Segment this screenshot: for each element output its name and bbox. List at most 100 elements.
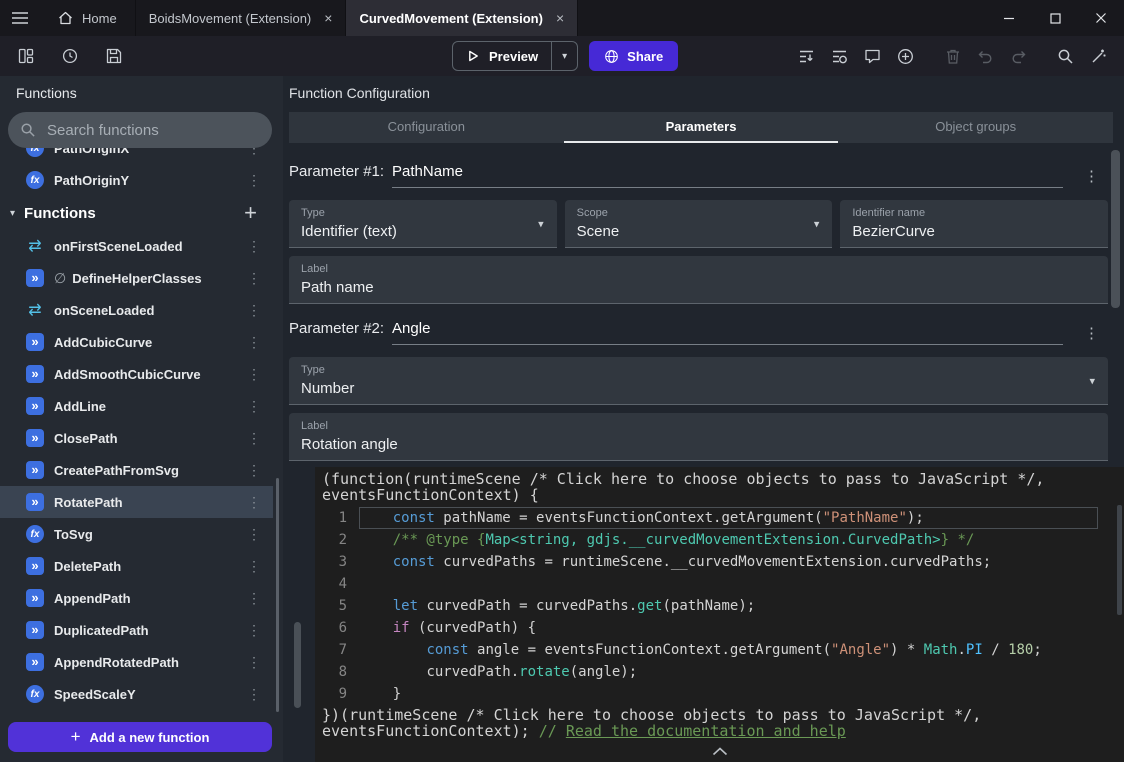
code-scrollbar[interactable] [1117,505,1122,615]
parameter-2-type-select[interactable]: Type Number ▾ [289,357,1108,405]
close-tab-icon[interactable]: × [556,11,564,25]
item-menu-icon[interactable]: ⋮ [243,558,265,575]
save-icon[interactable] [100,43,127,70]
item-menu-icon[interactable]: ⋮ [243,334,265,351]
close-window-button[interactable] [1078,0,1124,36]
layout-icon[interactable] [12,43,39,70]
tab-configuration[interactable]: Configuration [289,112,564,143]
code-wrapper-line[interactable]: eventsFunctionContext); // Read the docu… [322,723,1124,739]
function-item-addsmoothcubiccurve[interactable]: »AddSmoothCubicCurve⋮ [0,358,273,390]
parameter-2-menu-icon[interactable]: ⋮ [1081,324,1102,342]
magic-wand-icon[interactable] [1085,43,1112,70]
code-line[interactable]: 5 let curvedPath = curvedPaths.get(pathN… [315,595,1124,617]
code-line-content[interactable]: const curvedPaths = runtimeScene.__curve… [359,551,1124,573]
add-function-button[interactable]: + Add a new function [8,722,272,752]
chevron-up-icon[interactable] [712,747,728,756]
function-item-pathoriginy[interactable]: fxPathOriginY⋮ [0,164,273,196]
plus-circle-icon[interactable] [892,43,919,70]
item-menu-icon[interactable]: ⋮ [243,622,265,639]
chat-bubble-icon[interactable] [859,43,886,70]
item-menu-icon[interactable]: ⋮ [243,430,265,447]
code-line[interactable]: 8 curvedPath.rotate(angle); [315,661,1124,683]
menu-icon[interactable] [0,0,40,36]
add-function-plus-icon[interactable]: + [238,202,263,224]
code-line[interactable]: 2 /** @type {Map<string, gdjs.__curvedMo… [315,529,1124,551]
parameter-2-name-input[interactable]: Angle [392,320,1063,345]
function-item-rotatepath[interactable]: »RotatePath⋮ [0,486,273,518]
tab-curvedmovement[interactable]: CurvedMovement (Extension) × [346,0,578,36]
function-item-speedscaley[interactable]: fxSpeedScaleY⋮ [0,678,273,710]
minimize-button[interactable] [986,0,1032,36]
code-line[interactable]: 1 const pathName = eventsFunctionContext… [315,507,1124,529]
item-menu-icon[interactable]: ⋮ [243,654,265,671]
undo-icon[interactable] [972,43,999,70]
code-wrapper-line[interactable]: (function(runtimeScene /* Click here to … [322,471,1124,487]
trash-icon[interactable] [939,43,966,70]
parameters-scrollbar[interactable] [1111,150,1120,308]
function-item-appendrotatedpath[interactable]: »AppendRotatedPath⋮ [0,646,273,678]
parameter-1-label-input[interactable]: Label Path name [289,256,1108,304]
tab-parameters[interactable]: Parameters [564,112,839,143]
list-download-icon[interactable] [793,43,820,70]
maximize-button[interactable] [1032,0,1078,36]
tab-home[interactable]: Home [40,0,136,36]
function-item-addline[interactable]: »AddLine⋮ [0,390,273,422]
code-wrapper-line[interactable]: })(runtimeScene /* Click here to choose … [322,707,1124,723]
tab-boidsmovement[interactable]: BoidsMovement (Extension) × [136,0,347,36]
item-menu-icon[interactable]: ⋮ [243,366,265,383]
function-section-header[interactable]: ▾Functions+ [0,196,273,230]
code-line-content[interactable] [359,573,1124,595]
redo-icon[interactable] [1005,43,1032,70]
code-line[interactable]: 6 if (curvedPath) { [315,617,1124,639]
code-line-content[interactable]: } [359,683,1124,705]
code-prologue[interactable]: (function(runtimeScene /* Click here to … [315,471,1124,503]
search-functions-box[interactable] [8,112,272,148]
code-line-content[interactable]: let curvedPath = curvedPaths.get(pathNam… [359,595,1124,617]
code-line[interactable]: 4 [315,573,1124,595]
item-menu-icon[interactable]: ⋮ [243,302,265,319]
code-line[interactable]: 3 const curvedPaths = runtimeScene.__cur… [315,551,1124,573]
function-item-duplicatedpath[interactable]: »DuplicatedPath⋮ [0,614,273,646]
function-item-onsceneloaded[interactable]: ⇄onSceneLoaded⋮ [0,294,273,326]
code-wrapper-line[interactable]: eventsFunctionContext) { [322,487,1124,503]
history-icon[interactable] [56,43,83,70]
parameter-1-scope-select[interactable]: Scope Scene ▾ [565,200,833,248]
search-functions-input[interactable] [45,121,260,140]
item-menu-icon[interactable]: ⋮ [243,270,265,287]
code-line-content[interactable]: const pathName = eventsFunctionContext.g… [359,507,1098,529]
share-button[interactable]: Share [589,41,678,71]
item-menu-icon[interactable]: ⋮ [243,172,265,189]
function-item-pathoriginx[interactable]: fxPathOriginX⋮ [0,148,273,164]
documentation-link[interactable]: Read the documentation and help [566,722,846,740]
item-menu-icon[interactable]: ⋮ [243,148,265,157]
list-circle-icon[interactable] [826,43,853,70]
function-item-tosvg[interactable]: fxToSvg⋮ [0,518,273,550]
function-item-appendpath[interactable]: »AppendPath⋮ [0,582,273,614]
function-item-addcubiccurve[interactable]: »AddCubicCurve⋮ [0,326,273,358]
code-line-content[interactable]: /** @type {Map<string, gdjs.__curvedMove… [359,529,1124,551]
function-item-deletepath[interactable]: »DeletePath⋮ [0,550,273,582]
item-menu-icon[interactable]: ⋮ [243,526,265,543]
code-epilogue[interactable]: })(runtimeScene /* Click here to choose … [315,707,1124,739]
function-item-createpathfromsvg[interactable]: »CreatePathFromSvg⋮ [0,454,273,486]
close-tab-icon[interactable]: × [324,11,332,25]
sidebar-scrollbar[interactable] [276,478,279,712]
tab-object-groups[interactable]: Object groups [838,112,1113,143]
function-item-definehelperclasses[interactable]: »∅DefineHelperClasses⋮ [0,262,273,294]
preview-button[interactable]: Preview ▾ [452,41,578,71]
parameter-2-label-input[interactable]: Label Rotation angle [289,413,1108,461]
function-item-onfirstsceneloaded[interactable]: ⇄onFirstSceneLoaded⋮ [0,230,273,262]
function-item-closepath[interactable]: »ClosePath⋮ [0,422,273,454]
parameter-1-menu-icon[interactable]: ⋮ [1081,167,1102,185]
parameter-1-type-select[interactable]: Type Identifier (text) ▾ [289,200,557,248]
code-line-content[interactable]: curvedPath.rotate(angle); [359,661,1124,683]
code-line[interactable]: 7 const angle = eventsFunctionContext.ge… [315,639,1124,661]
search-icon[interactable] [1052,43,1079,70]
code-line[interactable]: 9 } [315,683,1124,705]
preview-options-chevron-icon[interactable]: ▾ [551,42,577,70]
parameter-1-name-input[interactable]: PathName [392,163,1063,188]
panel-scrollbar[interactable] [294,622,301,708]
parameter-1-identifier-input[interactable]: Identifier name BezierCurve [840,200,1108,248]
item-menu-icon[interactable]: ⋮ [243,238,265,255]
code-editor[interactable]: (function(runtimeScene /* Click here to … [315,467,1124,762]
